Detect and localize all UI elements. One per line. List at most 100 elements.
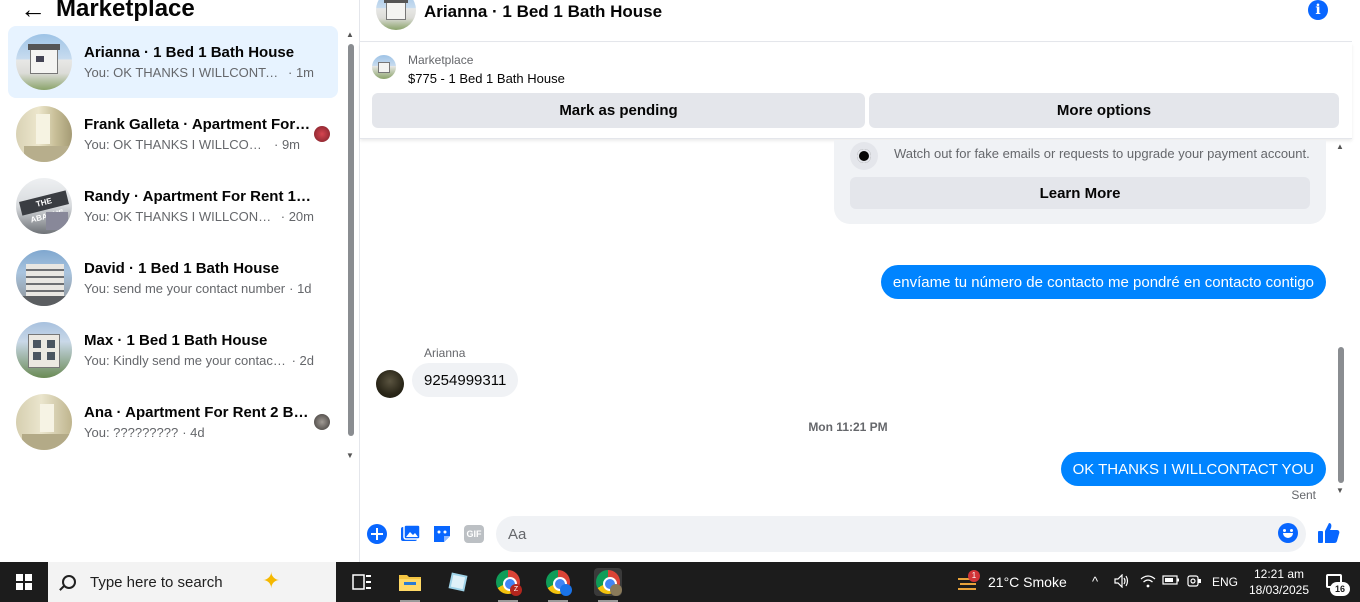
- conversation-scrollbar[interactable]: ▲ ▼: [346, 30, 356, 460]
- sender-avatar[interactable]: [376, 370, 404, 398]
- file-explorer-icon[interactable]: [396, 568, 424, 602]
- thread-scrollbar[interactable]: ▲ ▼: [1336, 140, 1346, 510]
- conversation-panel: ← Marketplace Arianna · 1 Bed 1 Bath Hou…: [0, 0, 360, 562]
- scroll-up-icon[interactable]: ▲: [346, 30, 354, 39]
- message-input[interactable]: [496, 516, 1306, 552]
- scroll-down-icon[interactable]: ▼: [1336, 486, 1344, 495]
- chevron-up-icon[interactable]: ^: [1092, 574, 1098, 589]
- image-icon[interactable]: [399, 523, 421, 545]
- sender-name: Arianna: [424, 346, 466, 360]
- listing-source-label: Marketplace: [408, 53, 474, 67]
- search-icon: [62, 575, 76, 589]
- weather-text[interactable]: 21°C Smoke: [988, 574, 1067, 590]
- taskbar-search-text: Type here to search: [90, 573, 223, 591]
- conversation-time: · 20m: [280, 209, 314, 224]
- conversation-name: Ana · Apartment For Rent 2 Beds: [84, 404, 314, 421]
- listing-avatar: [16, 322, 72, 378]
- seen-avatar-icon: [314, 414, 330, 430]
- shield-icon: [850, 142, 878, 170]
- message-timestamp: Mon 11:21 PM: [808, 420, 888, 434]
- clock-date: 18/03/2025: [1248, 583, 1310, 597]
- scroll-down-icon[interactable]: ▼: [346, 451, 354, 460]
- emoji-icon[interactable]: [1278, 523, 1298, 543]
- gif-label: GIF: [464, 525, 484, 543]
- warning-text: Watch out for fake emails or requests to…: [894, 146, 1310, 161]
- weather-alert-badge: 1: [968, 570, 980, 582]
- listing-price-title[interactable]: $775 - 1 Bed 1 Bath House: [408, 71, 565, 86]
- camera-icon[interactable]: [1186, 574, 1202, 591]
- conversation-time: · 9m: [274, 137, 300, 152]
- panel-title: Marketplace: [56, 0, 195, 22]
- conversation-preview: You: ?????????: [84, 425, 179, 440]
- message-composer: GIF: [360, 514, 1360, 554]
- safety-warning-card: Watch out for fake emails or requests to…: [834, 140, 1326, 224]
- left-header: ← Marketplace: [20, 0, 195, 26]
- listing-card: Marketplace $775 - 1 Bed 1 Bath House Ma…: [360, 43, 1352, 139]
- listing-avatar: [16, 250, 72, 306]
- listing-avatar: THE ABACUS: [16, 178, 72, 234]
- sparkle-icon[interactable]: ✦: [262, 568, 280, 594]
- sticker-icon[interactable]: [431, 523, 453, 545]
- clock-time: 12:21 am: [1253, 567, 1305, 581]
- scroll-up-icon[interactable]: ▲: [1336, 142, 1344, 151]
- conversation-name: Max · 1 Bed 1 Bath House: [84, 332, 268, 349]
- learn-more-button[interactable]: Learn More: [850, 177, 1310, 209]
- conversation-time: · 1m: [288, 65, 314, 80]
- conversation-time: · 1d: [289, 281, 312, 296]
- thumbs-up-icon[interactable]: [1316, 520, 1342, 546]
- conversation-preview: You: send me your contact number: [84, 281, 286, 296]
- conversation-item[interactable]: David · 1 Bed 1 Bath House You: send me …: [8, 242, 338, 314]
- chrome-profile-icon[interactable]: [594, 568, 622, 602]
- conversation-item[interactable]: Max · 1 Bed 1 Bath House You: Kindly sen…: [8, 314, 338, 386]
- messenger-app: ← Marketplace Arianna · 1 Bed 1 Bath Hou…: [0, 0, 1360, 562]
- speaker-icon[interactable]: [1114, 573, 1130, 591]
- listing-avatar: [16, 106, 72, 162]
- listing-thumbnail[interactable]: [372, 55, 396, 79]
- conversation-preview: You: Kindly send me your contact number: [84, 353, 288, 368]
- conversation-item[interactable]: THE ABACUS Randy · Apartment For Rent 1 …: [8, 170, 338, 242]
- conversation-item[interactable]: Frank Galleta · Apartment For Rent You: …: [8, 98, 338, 170]
- conversation-time: · 2d: [291, 353, 314, 368]
- conversation-time: · 4d: [182, 425, 205, 440]
- conversation-item[interactable]: Ana · Apartment For Rent 2 Beds You: ???…: [8, 386, 338, 458]
- notes-app-icon[interactable]: [444, 568, 472, 596]
- taskbar-clock[interactable]: 12:21 am 18/03/2025: [1248, 566, 1310, 598]
- outgoing-message[interactable]: envíame tu número de contacto me pondré …: [880, 265, 1326, 299]
- incoming-message[interactable]: 9254999311: [412, 363, 519, 397]
- chat-title[interactable]: Arianna · 1 Bed 1 Bath House: [424, 2, 662, 22]
- message-thread: Watch out for fake emails or requests to…: [360, 140, 1352, 510]
- conversation-name: Randy · Apartment For Rent 1 Bed: [84, 188, 314, 205]
- language-indicator[interactable]: ENG: [1212, 575, 1238, 589]
- taskbar-search[interactable]: Type here to search: [48, 562, 336, 602]
- back-arrow-icon[interactable]: ←: [20, 0, 46, 22]
- notification-count-badge: 16: [1330, 582, 1350, 596]
- scrollbar-thumb[interactable]: [348, 44, 354, 436]
- chat-avatar[interactable]: [376, 0, 416, 30]
- conversation-preview: You: OK THANKS I WILLCONTACT YOU: [84, 209, 277, 224]
- chat-header: Arianna · 1 Bed 1 Bath House i: [360, 0, 1352, 42]
- conversation-item[interactable]: Arianna · 1 Bed 1 Bath House You: OK THA…: [8, 26, 338, 98]
- chrome-profile-icon[interactable]: [544, 568, 572, 602]
- task-view-icon[interactable]: [348, 568, 376, 596]
- conversation-name: David · 1 Bed 1 Bath House: [84, 260, 280, 277]
- chrome-profile-icon[interactable]: Z: [494, 568, 522, 602]
- gif-icon[interactable]: GIF: [463, 523, 485, 545]
- mark-as-pending-button[interactable]: Mark as pending: [372, 93, 865, 128]
- seen-avatar-icon: [314, 126, 330, 142]
- outgoing-message[interactable]: OK THANKS I WILLCONTACT YOU: [1060, 452, 1326, 486]
- info-icon[interactable]: i: [1308, 0, 1328, 20]
- chat-panel: Arianna · 1 Bed 1 Bath House i Marketpla…: [360, 0, 1360, 562]
- conversation-preview: You: OK THANKS I WILLCONTACT YOU: [84, 65, 284, 80]
- conversation-list: Arianna · 1 Bed 1 Bath House You: OK THA…: [8, 26, 338, 458]
- plus-circle-icon[interactable]: [366, 523, 388, 545]
- windows-start-icon[interactable]: [16, 574, 32, 590]
- more-options-button[interactable]: More options: [869, 93, 1339, 128]
- listing-avatar: [16, 394, 72, 450]
- scrollbar-thumb[interactable]: [1338, 347, 1344, 483]
- conversation-name: Frank Galleta · Apartment For Rent: [84, 116, 314, 133]
- wifi-icon[interactable]: [1140, 574, 1156, 591]
- conversation-preview: You: OK THANKS I WILLCONTACT YOU: [84, 137, 270, 152]
- listing-avatar: [16, 34, 72, 90]
- windows-taskbar: Type here to search ✦ Z 1 21°C Smoke ^ E…: [0, 562, 1360, 602]
- battery-icon[interactable]: [1162, 574, 1180, 589]
